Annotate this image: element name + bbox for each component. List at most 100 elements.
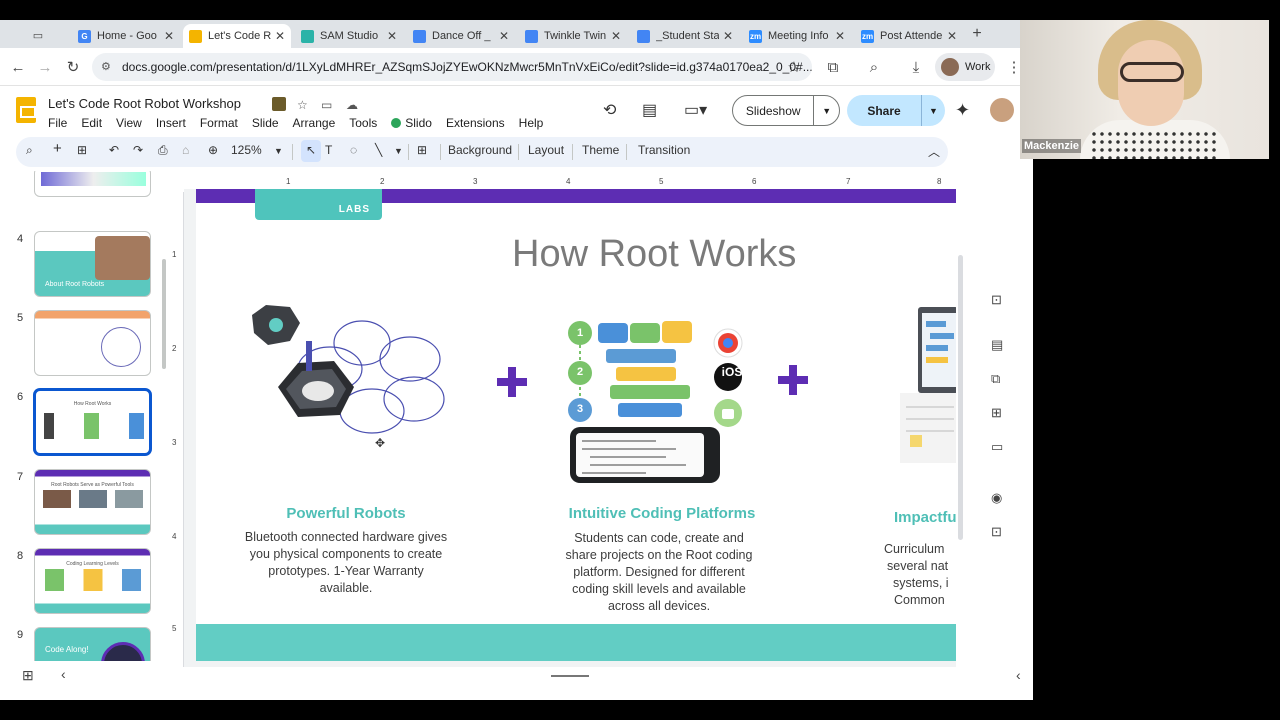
grid-view-icon[interactable]: ⊞ xyxy=(22,667,34,684)
coding-platform-illustration[interactable] xyxy=(566,317,756,489)
menu-edit[interactable]: Edit xyxy=(81,116,102,130)
close-tab-icon[interactable]: ✕ xyxy=(947,29,957,43)
menu-view[interactable]: View xyxy=(116,116,142,130)
slide-title[interactable]: How Root Works xyxy=(512,233,796,276)
paint-format-icon[interactable]: ⌂ xyxy=(182,143,189,157)
close-tab-icon[interactable]: ✕ xyxy=(499,29,509,43)
speaker-notes-handle[interactable] xyxy=(551,675,589,677)
redo-icon[interactable]: ↷ xyxy=(133,143,143,157)
transition-button[interactable]: Transition xyxy=(638,143,690,157)
close-tab-icon[interactable]: ✕ xyxy=(835,29,845,43)
slide-thumbnail[interactable]: About Root Robots xyxy=(34,231,151,297)
new-slide-icon[interactable]: + xyxy=(53,140,62,157)
tab-search-icon[interactable]: ▭ xyxy=(28,25,48,45)
cast-icon[interactable]: ⌕ xyxy=(864,57,884,77)
profile-button[interactable]: Work xyxy=(935,53,995,81)
slide-canvas[interactable]: LABS How Root Works ✥ iOS 1 2 3 Powerful… xyxy=(196,189,956,661)
slideshow-dropdown-icon[interactable]: ▼ xyxy=(813,96,839,125)
menu-slide[interactable]: Slide xyxy=(252,116,279,130)
browser-tab[interactable]: zm Meeting Info ✕ xyxy=(743,24,851,48)
new-tab-icon[interactable]: + xyxy=(967,24,987,44)
slide-thumbnail[interactable]: Coding Learning Levels xyxy=(34,548,151,614)
close-tab-icon[interactable]: ✕ xyxy=(387,29,397,43)
folder-icon[interactable]: ▭ xyxy=(991,439,1003,455)
layout-button[interactable]: Layout xyxy=(528,143,564,157)
bookmark-star-icon[interactable]: ☆ xyxy=(784,57,804,77)
menu-slido[interactable]: Slido xyxy=(391,116,432,130)
close-tab-icon[interactable]: ✕ xyxy=(723,29,733,43)
menu-file[interactable]: File xyxy=(48,116,67,130)
background-button[interactable]: Background xyxy=(448,143,512,157)
add-comment-icon[interactable]: ⊞ xyxy=(417,143,427,157)
side-panel-toggle-icon[interactable]: ‹ xyxy=(1016,667,1021,683)
menu-insert[interactable]: Insert xyxy=(156,116,186,130)
site-info-icon[interactable]: ⚙ xyxy=(101,60,115,74)
record-icon[interactable]: ◉ xyxy=(991,490,1002,506)
document-title[interactable]: Let's Code Root Robot Workshop xyxy=(48,96,241,111)
webcam-video-overlay[interactable]: Mackenzie xyxy=(1020,20,1269,159)
browser-tab[interactable]: SAM Studio ✕ xyxy=(295,24,403,48)
extensions-icon[interactable]: ⧉ xyxy=(823,57,843,77)
share-button[interactable]: Share ▼ xyxy=(847,95,945,126)
slide-thumbnail[interactable] xyxy=(34,171,151,197)
line-icon[interactable]: ╲ xyxy=(375,143,382,157)
slides-logo-icon[interactable] xyxy=(16,97,36,123)
menu-tools[interactable]: Tools xyxy=(349,116,377,130)
root-robot-illustration[interactable]: ✥ xyxy=(242,301,452,451)
back-icon[interactable]: ← xyxy=(8,57,28,77)
close-tab-icon[interactable]: ✕ xyxy=(164,29,174,43)
contacts-icon[interactable]: ⧉ xyxy=(991,371,1000,387)
address-bar[interactable]: ⚙ docs.google.com/presentation/d/1LXyLdM… xyxy=(92,53,812,81)
browser-tab[interactable]: _Student Sta ✕ xyxy=(631,24,739,48)
download-icon[interactable]: ⤓ xyxy=(906,57,926,77)
column-text[interactable]: Students can code, create and share proj… xyxy=(558,530,760,615)
account-avatar[interactable] xyxy=(990,98,1014,122)
add-slide-icon[interactable]: ⊞ xyxy=(77,143,87,157)
search-menus-icon[interactable]: ⌕ xyxy=(26,143,33,158)
laptop-illustration[interactable] xyxy=(896,307,956,471)
browser-tab[interactable]: Dance Off _ ✕ xyxy=(407,24,515,48)
menu-extensions[interactable]: Extensions xyxy=(446,116,505,130)
tasks-icon[interactable]: ▤ xyxy=(991,337,1003,353)
column-heading[interactable]: Intuitive Coding Platforms xyxy=(552,505,772,522)
slide-thumbnail[interactable]: Root Robots Serve as Powerful Tools xyxy=(34,469,151,535)
video-icon[interactable]: ⊡ xyxy=(991,524,1002,540)
keep-icon[interactable]: ⊡ xyxy=(991,292,1002,308)
image-shape-icon[interactable]: ◌ xyxy=(350,143,357,157)
slideshow-button[interactable]: Slideshow ▼ xyxy=(732,95,840,126)
maps-icon[interactable]: ⊞ xyxy=(991,405,1002,421)
browser-tab[interactable]: Twinkle Twin ✕ xyxy=(519,24,627,48)
filmstrip-scrollbar[interactable] xyxy=(162,259,166,369)
print-icon[interactable]: ⎙ xyxy=(158,143,168,158)
close-tab-icon[interactable]: ✕ xyxy=(611,29,621,43)
zoom-dropdown-icon[interactable]: ▼ xyxy=(274,146,283,156)
menu-arrange[interactable]: Arrange xyxy=(293,116,336,130)
version-history-icon[interactable]: ⟲ xyxy=(603,100,616,120)
share-dropdown-icon[interactable]: ▼ xyxy=(921,95,945,126)
collapse-panel-icon[interactable]: ‹ xyxy=(61,666,66,682)
star-icon[interactable]: ☆ xyxy=(297,98,308,112)
menu-format[interactable]: Format xyxy=(200,116,238,130)
meet-icon[interactable]: ▭▾ xyxy=(684,100,707,120)
gemini-icon[interactable]: ✦ xyxy=(955,100,970,121)
slide-thumbnail[interactable]: Code Along! xyxy=(34,627,151,661)
column-heading[interactable]: Impactfu xyxy=(894,509,956,526)
canvas-vertical-scrollbar[interactable] xyxy=(958,255,963,540)
select-tool-icon[interactable]: ↖ xyxy=(301,140,321,162)
column-text[interactable]: Curriculum several nat systems, i Common xyxy=(880,541,956,609)
column-heading[interactable]: Powerful Robots xyxy=(246,505,446,522)
comments-icon[interactable]: ▤ xyxy=(642,100,657,120)
close-tab-icon[interactable]: ✕ xyxy=(275,29,285,43)
column-text[interactable]: Bluetooth connected hardware gives you p… xyxy=(244,529,448,597)
browser-tab[interactable]: G Home - Goo ✕ xyxy=(72,24,180,48)
slide-thumbnail[interactable]: How Root Works xyxy=(34,389,151,455)
reload-icon[interactable]: ↻ xyxy=(63,57,83,77)
line-dropdown-icon[interactable]: ▼ xyxy=(394,146,403,156)
forward-icon[interactable]: → xyxy=(35,57,55,77)
menu-help[interactable]: Help xyxy=(519,116,544,130)
zoom-level[interactable]: 125% xyxy=(231,143,262,157)
collapse-toolbar-icon[interactable]: ︿ xyxy=(928,143,940,160)
browser-tab[interactable]: Let's Code R ✕ xyxy=(183,24,291,48)
undo-icon[interactable]: ↶ xyxy=(109,143,119,157)
theme-button[interactable]: Theme xyxy=(582,143,619,157)
